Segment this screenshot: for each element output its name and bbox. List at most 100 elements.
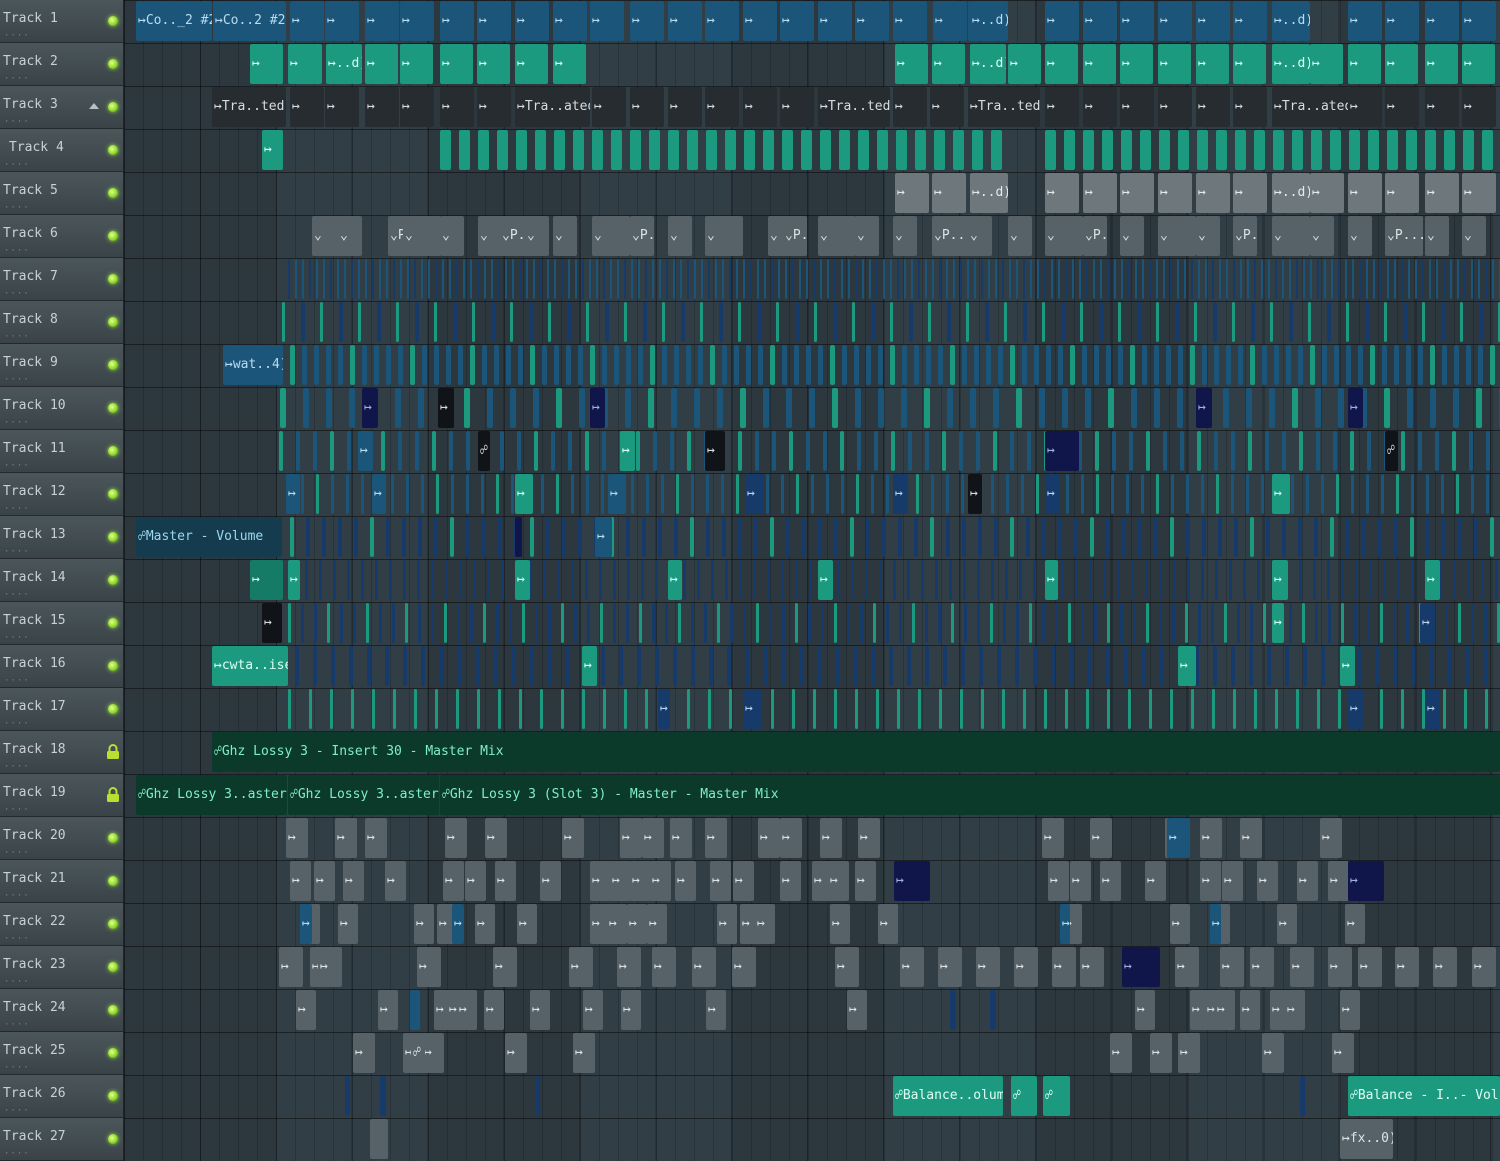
playlist-clip[interactable]: ↦ <box>1008 44 1041 84</box>
playlist-clip[interactable] <box>464 388 470 428</box>
playlist-clip[interactable] <box>736 259 738 299</box>
playlist-clip[interactable] <box>585 560 588 600</box>
playlist-clip[interactable] <box>653 431 657 471</box>
playlist-clip[interactable] <box>568 259 570 299</box>
playlist-clip[interactable] <box>1023 302 1027 342</box>
playlist-clip[interactable] <box>1079 259 1081 299</box>
playlist-clip[interactable] <box>1406 603 1409 643</box>
playlist-clip[interactable]: ↦ <box>617 947 641 987</box>
playlist-clip[interactable] <box>947 302 951 342</box>
playlist-clip[interactable] <box>1093 259 1095 299</box>
playlist-clip[interactable] <box>477 689 480 729</box>
playlist-clip[interactable] <box>444 603 447 643</box>
playlist-clip[interactable]: ↦ <box>1070 861 1091 901</box>
playlist-clip[interactable] <box>435 259 437 299</box>
playlist-clip[interactable]: ☍ <box>478 431 490 471</box>
track-name[interactable]: Track 20 <box>3 828 66 843</box>
playlist-clip[interactable]: ↦ <box>1233 44 1266 84</box>
playlist-clip[interactable] <box>710 345 715 385</box>
playlist-clip[interactable] <box>1170 259 1172 299</box>
playlist-clip[interactable] <box>1023 259 1025 299</box>
playlist-clip[interactable] <box>296 431 300 471</box>
playlist-clip[interactable] <box>990 603 993 643</box>
track-enabled-led-icon[interactable] <box>108 188 118 198</box>
playlist-clip[interactable] <box>889 646 893 686</box>
track-header[interactable]: Track 20 ···· <box>0 817 123 860</box>
playlist-clip[interactable]: ↦ <box>1045 173 1079 213</box>
playlist-clip[interactable] <box>673 259 675 299</box>
playlist-clip[interactable]: ↦ <box>515 1 549 41</box>
playlist-clip[interactable] <box>314 603 317 643</box>
playlist-clip[interactable]: ↦ <box>477 1 511 41</box>
playlist-clip[interactable] <box>548 603 551 643</box>
playlist-clip[interactable] <box>1387 259 1389 299</box>
playlist-clip[interactable] <box>904 259 906 299</box>
playlist-clip[interactable] <box>1302 603 1305 643</box>
playlist-clip[interactable]: ↦ <box>968 474 982 514</box>
playlist-clip[interactable] <box>1495 560 1498 600</box>
playlist-clip[interactable] <box>1010 431 1014 471</box>
playlist-clip[interactable]: ↦ <box>400 1 434 41</box>
playlist-clip[interactable] <box>625 388 631 428</box>
playlist-clip[interactable] <box>700 302 703 342</box>
track-name[interactable]: Track 6 <box>3 226 58 241</box>
track-header[interactable]: Track 26 ···· <box>0 1075 123 1118</box>
playlist-clip[interactable]: ↦ <box>1083 1 1117 41</box>
playlist-clip[interactable] <box>1393 646 1397 686</box>
playlist-clip[interactable] <box>1080 302 1083 342</box>
playlist-clip[interactable] <box>781 646 785 686</box>
playlist-clip[interactable] <box>432 431 436 471</box>
track-grip-icon[interactable]: ···· <box>4 590 30 600</box>
playlist-clip[interactable]: ↦ <box>733 861 754 901</box>
playlist-clip[interactable] <box>809 560 812 600</box>
playlist-clip[interactable] <box>1299 431 1303 471</box>
playlist-clip[interactable] <box>648 388 654 428</box>
playlist-clip[interactable] <box>435 689 438 729</box>
playlist-clip[interactable] <box>758 345 763 385</box>
playlist-clip[interactable] <box>288 689 291 729</box>
track-grip-icon[interactable]: ···· <box>4 461 30 471</box>
playlist-clip[interactable] <box>458 345 463 385</box>
playlist-clip[interactable] <box>556 388 562 428</box>
playlist-clip[interactable] <box>1112 431 1116 471</box>
playlist-clip[interactable] <box>826 474 829 514</box>
playlist-clip[interactable] <box>453 302 457 342</box>
playlist-clip[interactable] <box>854 345 859 385</box>
playlist-clip[interactable] <box>450 517 454 557</box>
playlist-clip[interactable] <box>1138 517 1142 557</box>
playlist-clip[interactable]: ⌄ <box>1310 216 1334 256</box>
playlist-clip[interactable] <box>916 474 919 514</box>
playlist-clip[interactable] <box>1310 345 1315 385</box>
playlist-clip[interactable]: ↦ <box>930 87 964 127</box>
playlist-clip[interactable] <box>1296 259 1298 299</box>
playlist-clip[interactable]: ↦ <box>1080 947 1104 987</box>
playlist-clip[interactable] <box>1384 302 1387 342</box>
playlist-clip[interactable]: ↦ <box>288 560 300 600</box>
playlist-clip[interactable] <box>1263 603 1266 643</box>
playlist-clip[interactable] <box>1036 474 1039 514</box>
playlist-clip[interactable] <box>1485 689 1488 729</box>
playlist-clip[interactable] <box>582 259 584 299</box>
playlist-clip[interactable] <box>340 603 343 643</box>
playlist-clip[interactable] <box>1187 560 1190 600</box>
playlist-clip[interactable] <box>1094 603 1097 643</box>
playlist-clip[interactable]: ↦ <box>717 904 737 944</box>
playlist-clip[interactable]: ↦ <box>705 1 739 41</box>
playlist-clip[interactable] <box>1292 130 1303 170</box>
playlist-clip[interactable]: ↦ <box>1425 173 1459 213</box>
playlist-clip[interactable] <box>1131 388 1137 428</box>
playlist-clip[interactable] <box>602 431 606 471</box>
playlist-clip[interactable] <box>361 474 364 514</box>
playlist-clip[interactable] <box>415 431 419 471</box>
track-name[interactable]: Track 1 <box>3 11 58 26</box>
playlist-clip[interactable] <box>1367 431 1371 471</box>
playlist-clip[interactable] <box>855 689 858 729</box>
playlist-clip[interactable] <box>1118 345 1123 385</box>
playlist-clip[interactable]: ↦ <box>286 818 308 858</box>
playlist-clip[interactable] <box>950 345 955 385</box>
playlist-clip[interactable] <box>1009 259 1011 299</box>
playlist-clip[interactable] <box>1257 560 1260 600</box>
playlist-clip[interactable] <box>698 345 703 385</box>
playlist-clip[interactable] <box>1407 388 1413 428</box>
playlist-clip[interactable] <box>1213 302 1217 342</box>
